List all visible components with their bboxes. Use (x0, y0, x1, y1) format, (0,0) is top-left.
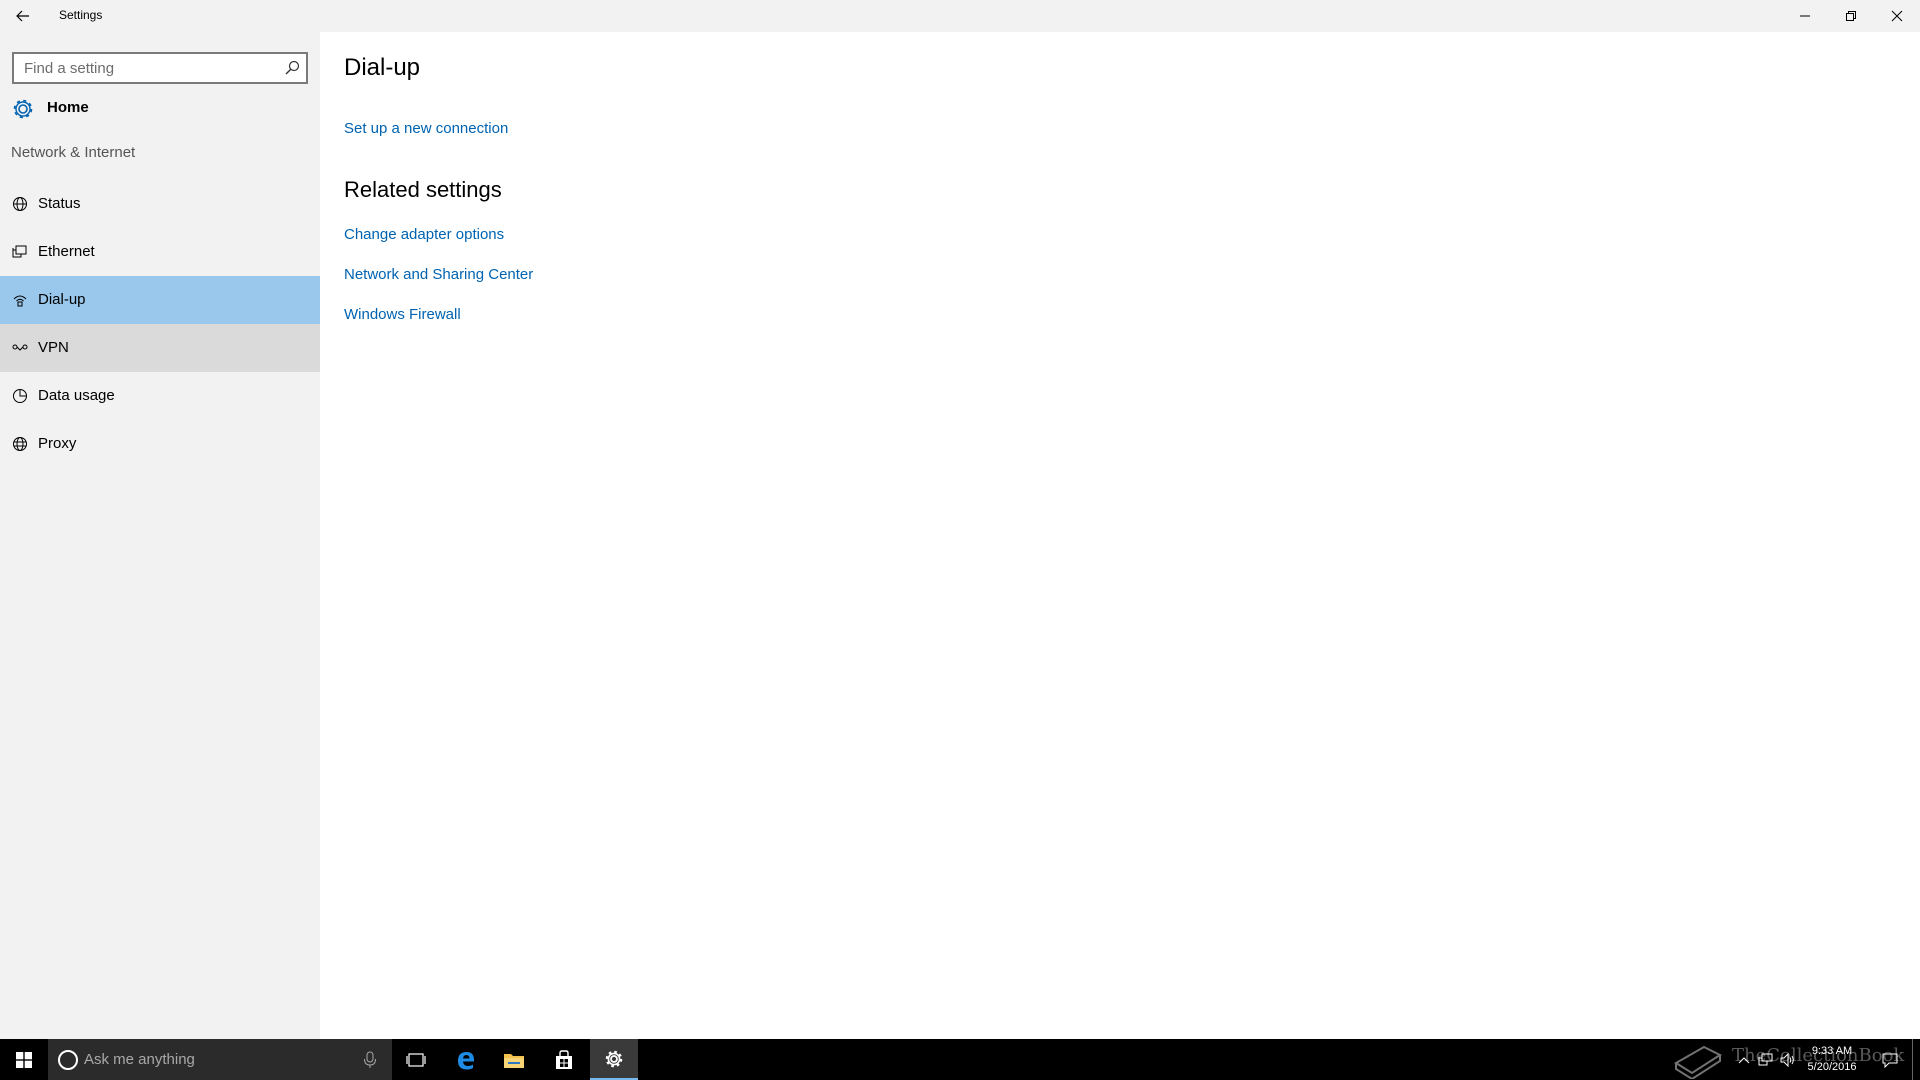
speaker-icon (1780, 1052, 1794, 1067)
vpn-icon (12, 344, 28, 351)
chevron-up-icon (1738, 1056, 1750, 1063)
taskbar: Ask me anything TheCollectionBook 9:33 A… (0, 1039, 1920, 1080)
sidebar-item-status[interactable]: Status (0, 180, 320, 228)
data-usage-icon (13, 389, 27, 403)
folder-icon (504, 1053, 524, 1068)
file-explorer-button[interactable] (490, 1039, 538, 1080)
title-bar: Settings (0, 0, 1920, 32)
sidebar-item-data-usage[interactable]: Data usage (0, 372, 320, 420)
main-content: Dial-up Set up a new connection Related … (320, 32, 1920, 1039)
home-nav[interactable]: Home (0, 88, 320, 128)
close-button[interactable] (1874, 0, 1920, 32)
dialup-icon (13, 295, 27, 307)
sidebar-item-dialup[interactable]: Dial-up (0, 276, 320, 324)
clock-time: 9:33 AM (1811, 1045, 1853, 1057)
minimize-button[interactable] (1782, 0, 1828, 32)
windows-firewall-link[interactable]: Windows Firewall (344, 306, 461, 323)
change-adapter-options-link[interactable]: Change adapter options (344, 226, 504, 243)
clock[interactable]: 9:33 AM 5/20/2016 (1800, 1043, 1864, 1075)
sidebar: Home Network & Internet Status Ethernet … (0, 32, 320, 1039)
home-label: Home (47, 99, 89, 116)
show-desktop-button[interactable] (1912, 1039, 1920, 1080)
setup-new-connection-link[interactable]: Set up a new connection (344, 120, 508, 137)
category-heading: Network & Internet (11, 144, 136, 161)
sidebar-item-label: Status (38, 195, 81, 212)
task-view-icon (406, 1052, 426, 1067)
search-icon[interactable] (284, 60, 300, 76)
store-bag-icon (556, 1049, 572, 1069)
window-title: Settings (59, 8, 103, 22)
find-setting-input[interactable] (14, 54, 274, 82)
clock-date: 5/20/2016 (1807, 1061, 1857, 1073)
status-globe-icon (13, 197, 27, 211)
sidebar-item-vpn[interactable]: VPN (0, 324, 320, 372)
ethernet-icon (12, 245, 27, 258)
proxy-globe-icon (13, 437, 27, 451)
watermark-book-icon (1674, 1045, 1723, 1079)
network-sharing-center-link[interactable]: Network and Sharing Center (344, 266, 533, 283)
related-settings-heading: Related settings (344, 177, 502, 202)
network-icon (1758, 1053, 1773, 1065)
show-hidden-icons-button[interactable] (1734, 1039, 1754, 1080)
sidebar-item-label: Data usage (38, 387, 115, 404)
settings-taskbar-button[interactable] (590, 1039, 638, 1080)
back-arrow-icon (16, 10, 29, 22)
sidebar-item-proxy[interactable]: Proxy (0, 420, 320, 468)
cortana-search-box[interactable]: Ask me anything (48, 1039, 392, 1080)
settings-gear-icon (605, 1050, 623, 1067)
sidebar-item-label: Ethernet (38, 243, 95, 260)
sidebar-item-label: VPN (38, 339, 69, 356)
minimize-icon (1800, 15, 1810, 17)
edge-taskbar-button[interactable] (442, 1039, 490, 1080)
edge-browser-icon (458, 1051, 474, 1069)
notification-icon (1882, 1053, 1898, 1068)
start-button[interactable] (0, 1039, 48, 1080)
microphone-icon[interactable] (362, 1051, 378, 1069)
sidebar-item-label: Dial-up (38, 291, 86, 308)
store-button[interactable] (540, 1039, 588, 1080)
close-icon (1891, 10, 1903, 22)
cortana-search-placeholder: Ask me anything (84, 1051, 195, 1068)
sidebar-item-ethernet[interactable]: Ethernet (0, 228, 320, 276)
restore-button[interactable] (1828, 0, 1874, 32)
volume-tray-button[interactable] (1778, 1039, 1798, 1080)
cortana-icon (58, 1050, 78, 1070)
sidebar-item-label: Proxy (38, 435, 77, 452)
back-button[interactable] (0, 0, 46, 32)
network-tray-button[interactable] (1756, 1039, 1776, 1080)
task-view-button[interactable] (392, 1039, 440, 1080)
page-title: Dial-up (344, 54, 421, 81)
gear-icon (13, 99, 33, 119)
action-center-button[interactable] (1876, 1039, 1904, 1080)
restore-icon (1846, 11, 1856, 21)
find-setting-box[interactable] (12, 52, 308, 84)
windows-logo-icon (16, 1051, 32, 1068)
